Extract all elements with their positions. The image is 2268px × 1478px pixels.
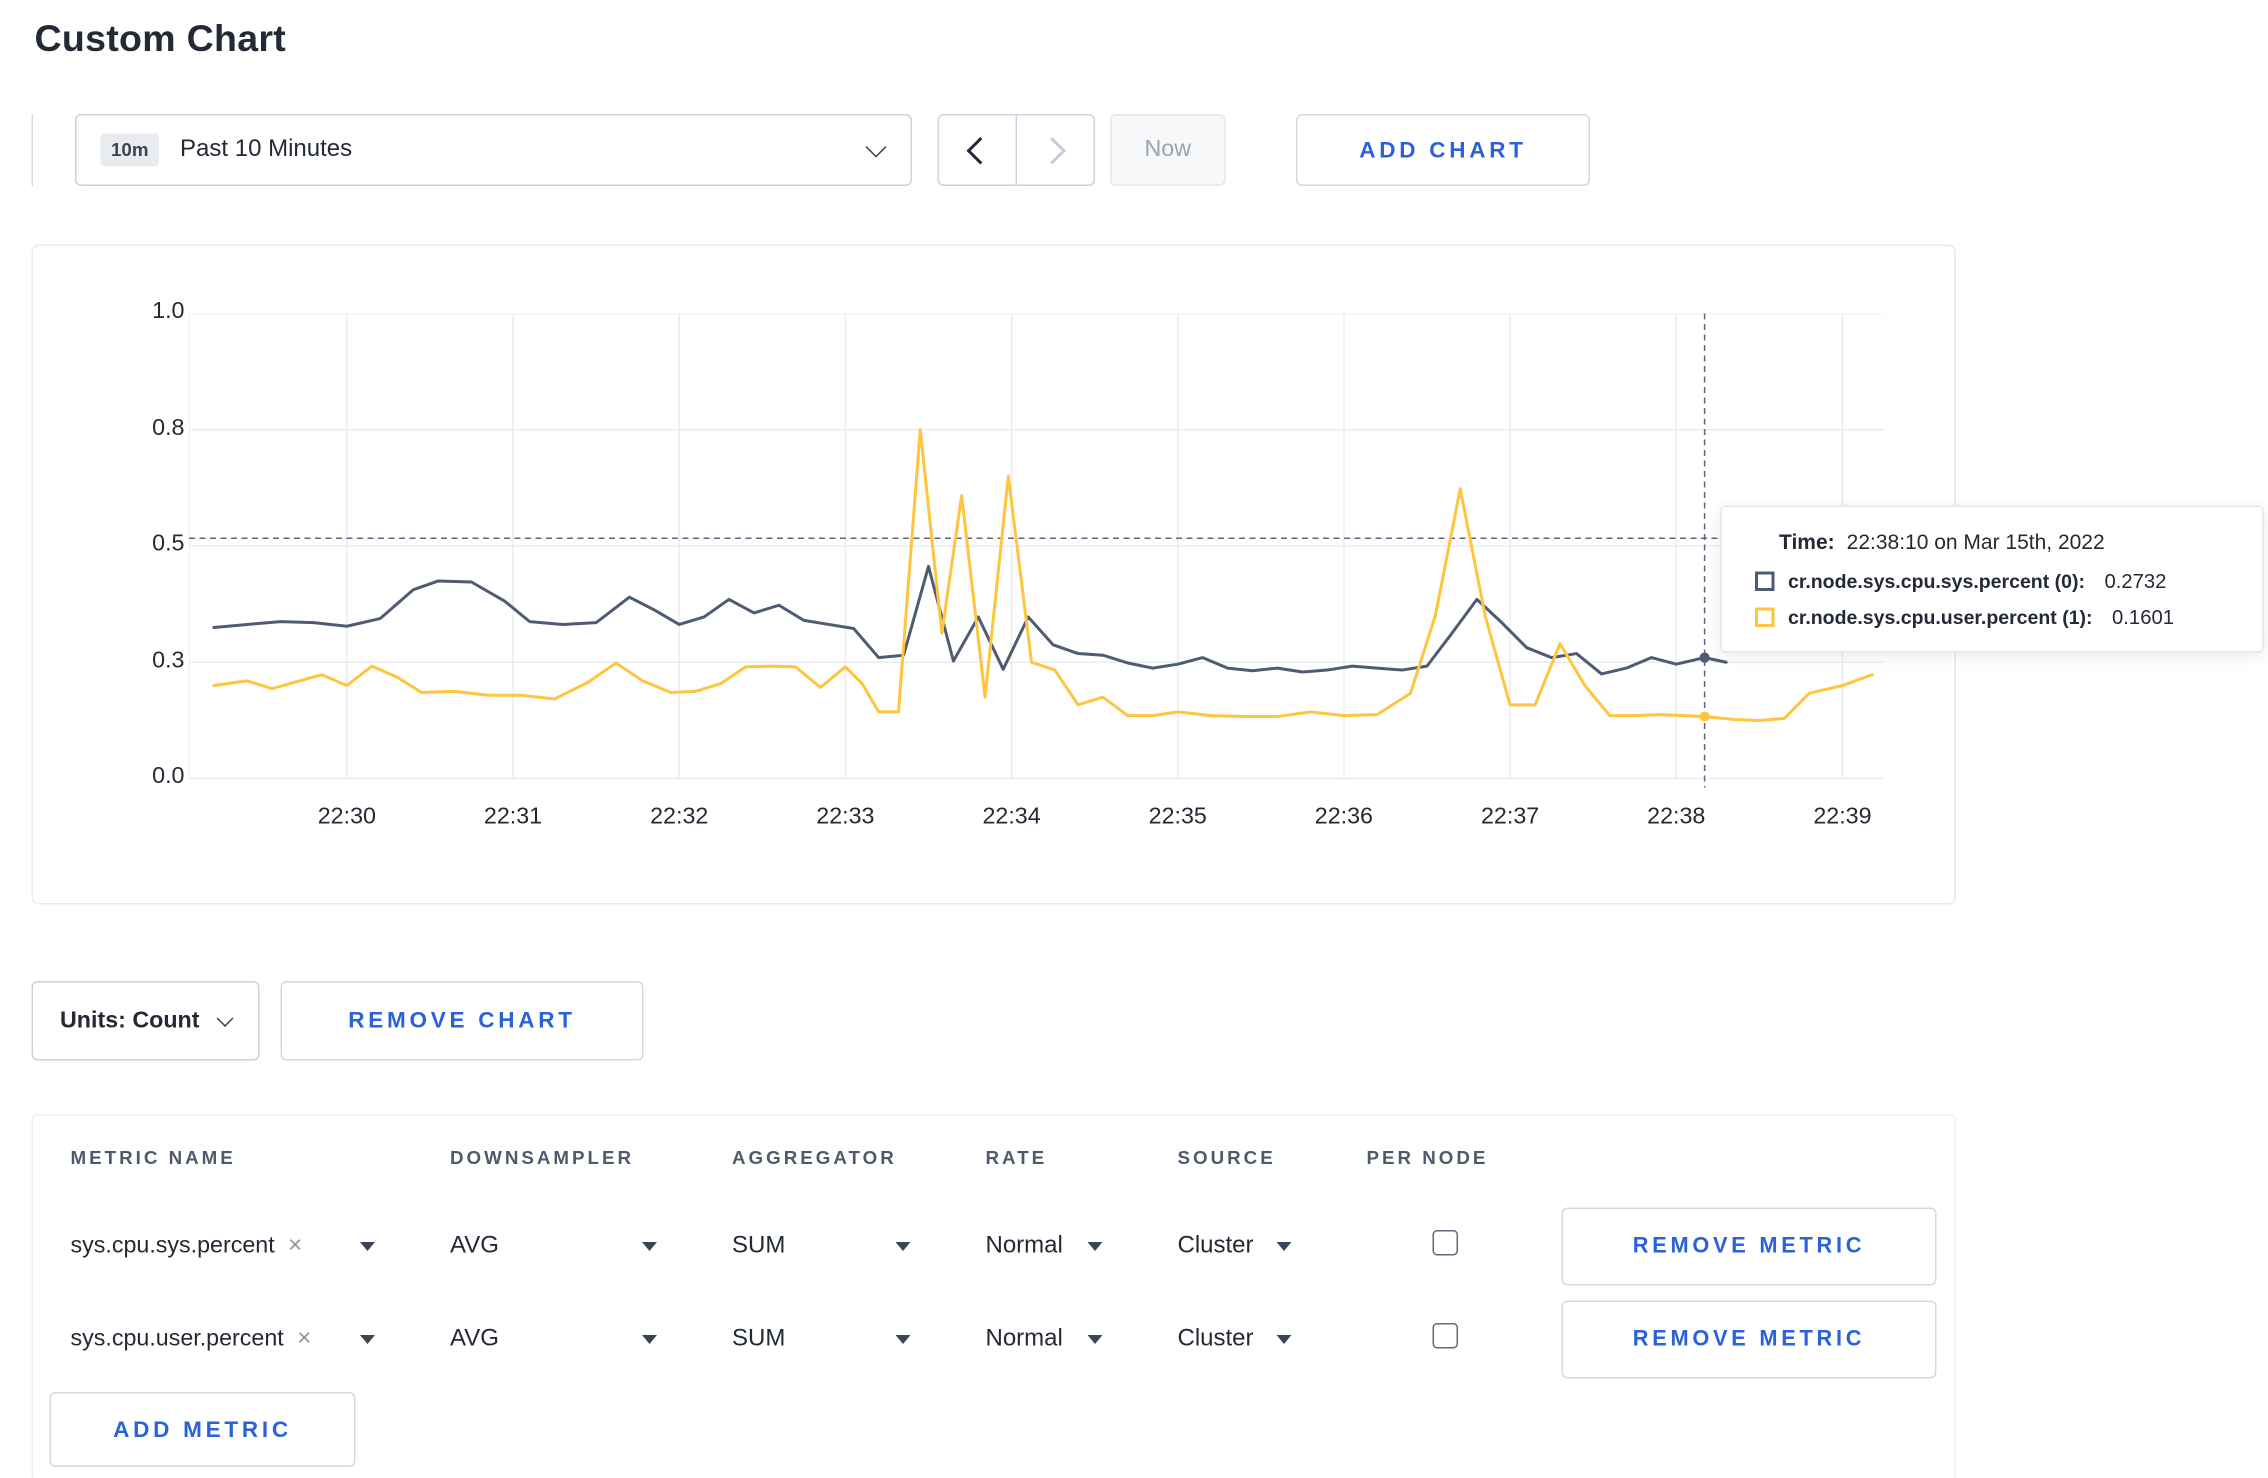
caret-down-icon [895, 1242, 911, 1251]
tooltip-series-name: cr.node.sys.cpu.user.percent (1): [1788, 606, 2093, 629]
time-range-select[interactable]: 10m Past 10 Minutes [75, 114, 912, 186]
caret-down-icon [895, 1335, 911, 1344]
metric-name-select[interactable]: sys.cpu.user.percent × [71, 1326, 451, 1353]
caret-down-icon [642, 1335, 657, 1344]
remove-metric-button[interactable]: REMOVE METRIC [1561, 1300, 1937, 1379]
units-label: Units: Count [60, 1007, 200, 1033]
y-tick-label: 0.5 [152, 531, 185, 557]
tooltip-series-value: 0.2732 [2104, 570, 2167, 593]
x-tick-label: 22:37 [1481, 804, 1540, 830]
per-node-checkbox[interactable] [1432, 1323, 1458, 1349]
tooltip-series-value: 0.1601 [2112, 606, 2174, 629]
per-node-checkbox[interactable] [1432, 1230, 1458, 1256]
rate-select[interactable]: Normal [986, 1233, 1178, 1260]
tooltip-time-value: 22:38:10 on Mar 15th, 2022 [1846, 529, 2105, 554]
x-tick-label: 22:33 [816, 804, 875, 830]
tooltip-time: Time: 22:38:10 on Mar 15th, 2022 [1779, 530, 2238, 554]
caret-down-icon [1276, 1242, 1292, 1251]
aggregator-value: SUM [732, 1326, 786, 1352]
caret-down-icon [1087, 1335, 1103, 1344]
chart-tooltip: Time: 22:38:10 on Mar 15th, 2022 cr.node.… [1720, 505, 2264, 653]
caret-down-icon [642, 1242, 657, 1251]
y-tick-label: 0.3 [152, 647, 185, 673]
clear-icon[interactable]: × [297, 1326, 311, 1353]
metrics-table-header: METRIC NAME DOWNSAMPLER AGGREGATOR RATE … [33, 1116, 1955, 1200]
col-header-per-node: PER NODE [1366, 1147, 1489, 1169]
source-select[interactable]: Cluster [1178, 1326, 1367, 1353]
col-header-downsampler: DOWNSAMPLER [450, 1147, 635, 1169]
page-title: Custom Chart [34, 18, 287, 60]
custom-chart-page: Custom Chart 10m Past 10 Minutes Now ADD… [0, 0, 2268, 1478]
clear-icon[interactable]: × [288, 1233, 302, 1260]
y-tick-label: 0.8 [152, 414, 185, 441]
downsampler-select[interactable]: AVG [450, 1233, 732, 1260]
prev-time-button[interactable] [937, 114, 1017, 186]
toolbar-divider [31, 114, 33, 186]
units-select[interactable]: Units: Count [31, 981, 260, 1061]
y-axis-labels: 0.0 0.3 0.5 0.8 1.0 [33, 299, 185, 790]
now-button[interactable]: Now [1110, 114, 1226, 186]
remove-chart-button[interactable]: REMOVE CHART [280, 981, 644, 1061]
source-value: Cluster [1177, 1326, 1254, 1352]
source-select[interactable]: Cluster [1178, 1233, 1367, 1260]
x-tick-label: 22:31 [483, 804, 543, 830]
chart-canvas[interactable] [188, 312, 1884, 791]
aggregator-select[interactable]: SUM [732, 1326, 986, 1353]
caret-down-icon [360, 1335, 375, 1344]
time-range-label: Past 10 Minutes [180, 136, 353, 163]
aggregator-select[interactable]: SUM [732, 1233, 986, 1260]
metric-name-select[interactable]: sys.cpu.sys.percent × [71, 1233, 451, 1260]
chart-controls-row: Units: Count REMOVE CHART [31, 981, 2268, 1061]
time-range-badge: 10m [100, 133, 160, 167]
y-tick-label: 0.0 [152, 763, 185, 790]
downsampler-value: AVG [450, 1233, 499, 1259]
aggregator-value: SUM [732, 1233, 786, 1259]
tooltip-series-row: cr.node.sys.cpu.sys.percent (0): 0.2732 [1755, 570, 2238, 593]
remove-metric-button[interactable]: REMOVE METRIC [1561, 1207, 1937, 1286]
x-tick-label: 22:30 [317, 804, 376, 830]
caret-down-icon [1276, 1335, 1292, 1344]
series-swatch-icon [1755, 607, 1775, 627]
source-value: Cluster [1177, 1233, 1254, 1259]
chevron-down-icon [216, 1010, 234, 1027]
x-axis-labels: 22:30 22:31 22:32 22:33 22:34 22:35 22:36 22:37… [189, 804, 1884, 837]
x-tick-label: 22:36 [1314, 804, 1374, 830]
chevron-left-icon [966, 136, 995, 164]
metric-row: sys.cpu.sys.percent × AVG SUM Normal Clu… [33, 1200, 1955, 1293]
toolbar: 10m Past 10 Minutes Now ADD CHART [0, 114, 2268, 186]
tooltip-time-label: Time: [1779, 529, 1835, 554]
x-tick-label: 22:32 [650, 804, 709, 830]
add-chart-button[interactable]: ADD CHART [1296, 114, 1590, 186]
metric-name-value: sys.cpu.sys.percent [70, 1233, 275, 1259]
x-tick-label: 22:38 [1647, 804, 1706, 830]
y-tick-label: 1.0 [152, 298, 185, 325]
tooltip-series-name: cr.node.sys.cpu.sys.percent (0): [1788, 570, 2085, 593]
chevron-down-icon [865, 136, 887, 158]
x-tick-label: 22:39 [1813, 804, 1872, 830]
col-header-aggregator: AGGREGATOR [732, 1147, 897, 1169]
caret-down-icon [1087, 1242, 1103, 1251]
x-tick-label: 22:35 [1148, 804, 1207, 830]
tooltip-series-row: cr.node.sys.cpu.user.percent (1): 0.1601 [1755, 606, 2238, 629]
rate-select[interactable]: Normal [986, 1326, 1178, 1353]
downsampler-select[interactable]: AVG [450, 1326, 732, 1353]
rate-value: Normal [985, 1233, 1063, 1259]
add-metric-button[interactable]: ADD METRIC [49, 1392, 356, 1467]
metric-name-value: sys.cpu.user.percent [70, 1326, 284, 1352]
rate-value: Normal [985, 1326, 1063, 1352]
metric-row: sys.cpu.user.percent × AVG SUM Normal Cl… [33, 1293, 1955, 1386]
chart-plot-area[interactable] [188, 312, 1884, 791]
time-pager [937, 114, 1095, 186]
chevron-right-icon [1038, 136, 1067, 164]
downsampler-value: AVG [450, 1326, 499, 1352]
col-header-rate: RATE [985, 1147, 1048, 1169]
caret-down-icon [360, 1242, 375, 1251]
x-tick-label: 22:34 [982, 804, 1041, 830]
col-header-source: SOURCE [1177, 1147, 1276, 1169]
series-swatch-icon [1755, 571, 1775, 591]
next-time-button[interactable] [1015, 114, 1095, 186]
chart-card: 0.0 0.3 0.5 0.8 1.0 22:30 22:31 22:32 22:33 22:3… [31, 244, 1956, 905]
metrics-table: METRIC NAME DOWNSAMPLER AGGREGATOR RATE … [31, 1114, 1956, 1478]
col-header-metric-name: METRIC NAME [70, 1147, 236, 1169]
